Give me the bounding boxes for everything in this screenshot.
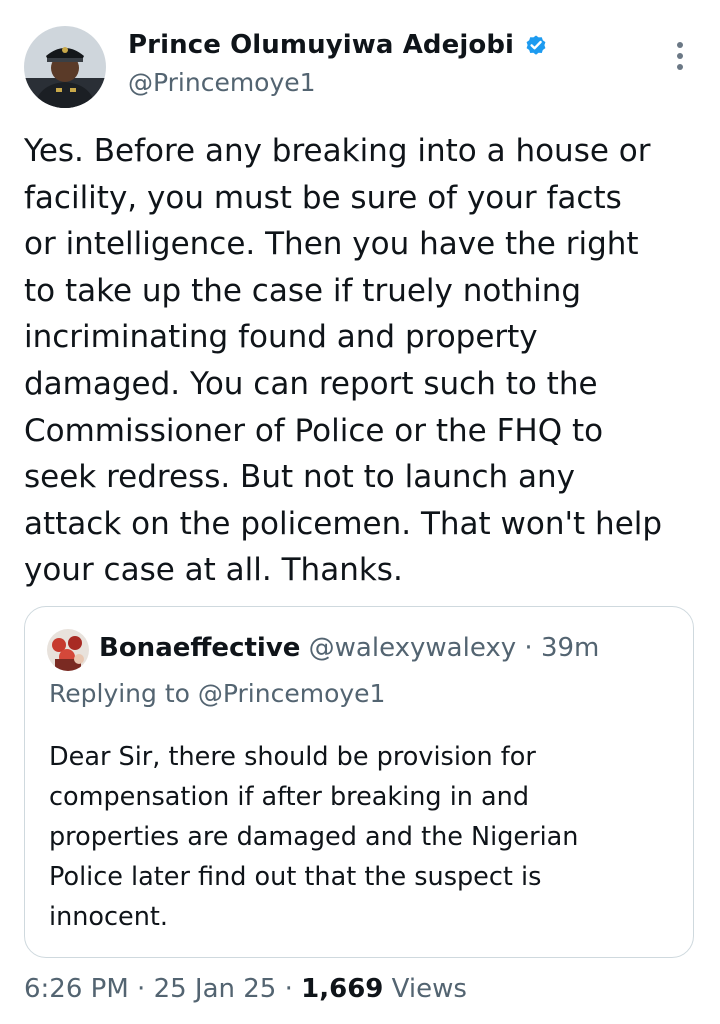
tweet-time[interactable]: 6:26 PM bbox=[24, 974, 129, 1004]
more-options-icon[interactable] bbox=[672, 42, 688, 76]
quoted-tweet-header: Bonaeffective @walexywalexy · 39m bbox=[99, 633, 599, 663]
quoted-timestamp[interactable]: 39m bbox=[541, 633, 599, 663]
quoted-author-handle[interactable]: @walexywalexy bbox=[309, 633, 516, 663]
quoted-author-avatar bbox=[47, 629, 89, 671]
tweet: Prince Olumuyiwa Adejobi @Princemoye1 Ye… bbox=[0, 0, 720, 1024]
author-handle[interactable]: @Princemoye1 bbox=[128, 68, 316, 97]
author-name-row: Prince Olumuyiwa Adejobi bbox=[128, 30, 548, 60]
meta-separator: · bbox=[284, 974, 293, 1004]
views-count: 1,669 bbox=[301, 974, 384, 1004]
verified-badge-icon bbox=[524, 33, 548, 57]
tweet-meta: 6:26 PM · 25 Jan 25 · 1,669 Views bbox=[24, 974, 467, 1004]
tweet-text: Yes. Before any breaking into a house or… bbox=[24, 133, 663, 589]
quoted-separator: · bbox=[524, 633, 533, 663]
quoted-tweet-text: Dear Sir, there should be provision for … bbox=[49, 742, 579, 932]
tweet-date[interactable]: 25 Jan 25 bbox=[154, 974, 277, 1004]
replying-to-label: Replying to @Princemoye1 bbox=[49, 679, 386, 708]
author-name[interactable]: Prince Olumuyiwa Adejobi bbox=[128, 30, 514, 60]
meta-separator: · bbox=[137, 974, 146, 1004]
quoted-tweet-card[interactable]: Bonaeffective @walexywalexy · 39m Replyi… bbox=[24, 606, 694, 958]
author-avatar[interactable] bbox=[24, 26, 106, 108]
quoted-author-name[interactable]: Bonaeffective bbox=[99, 633, 300, 663]
views-label: Views bbox=[391, 974, 467, 1004]
